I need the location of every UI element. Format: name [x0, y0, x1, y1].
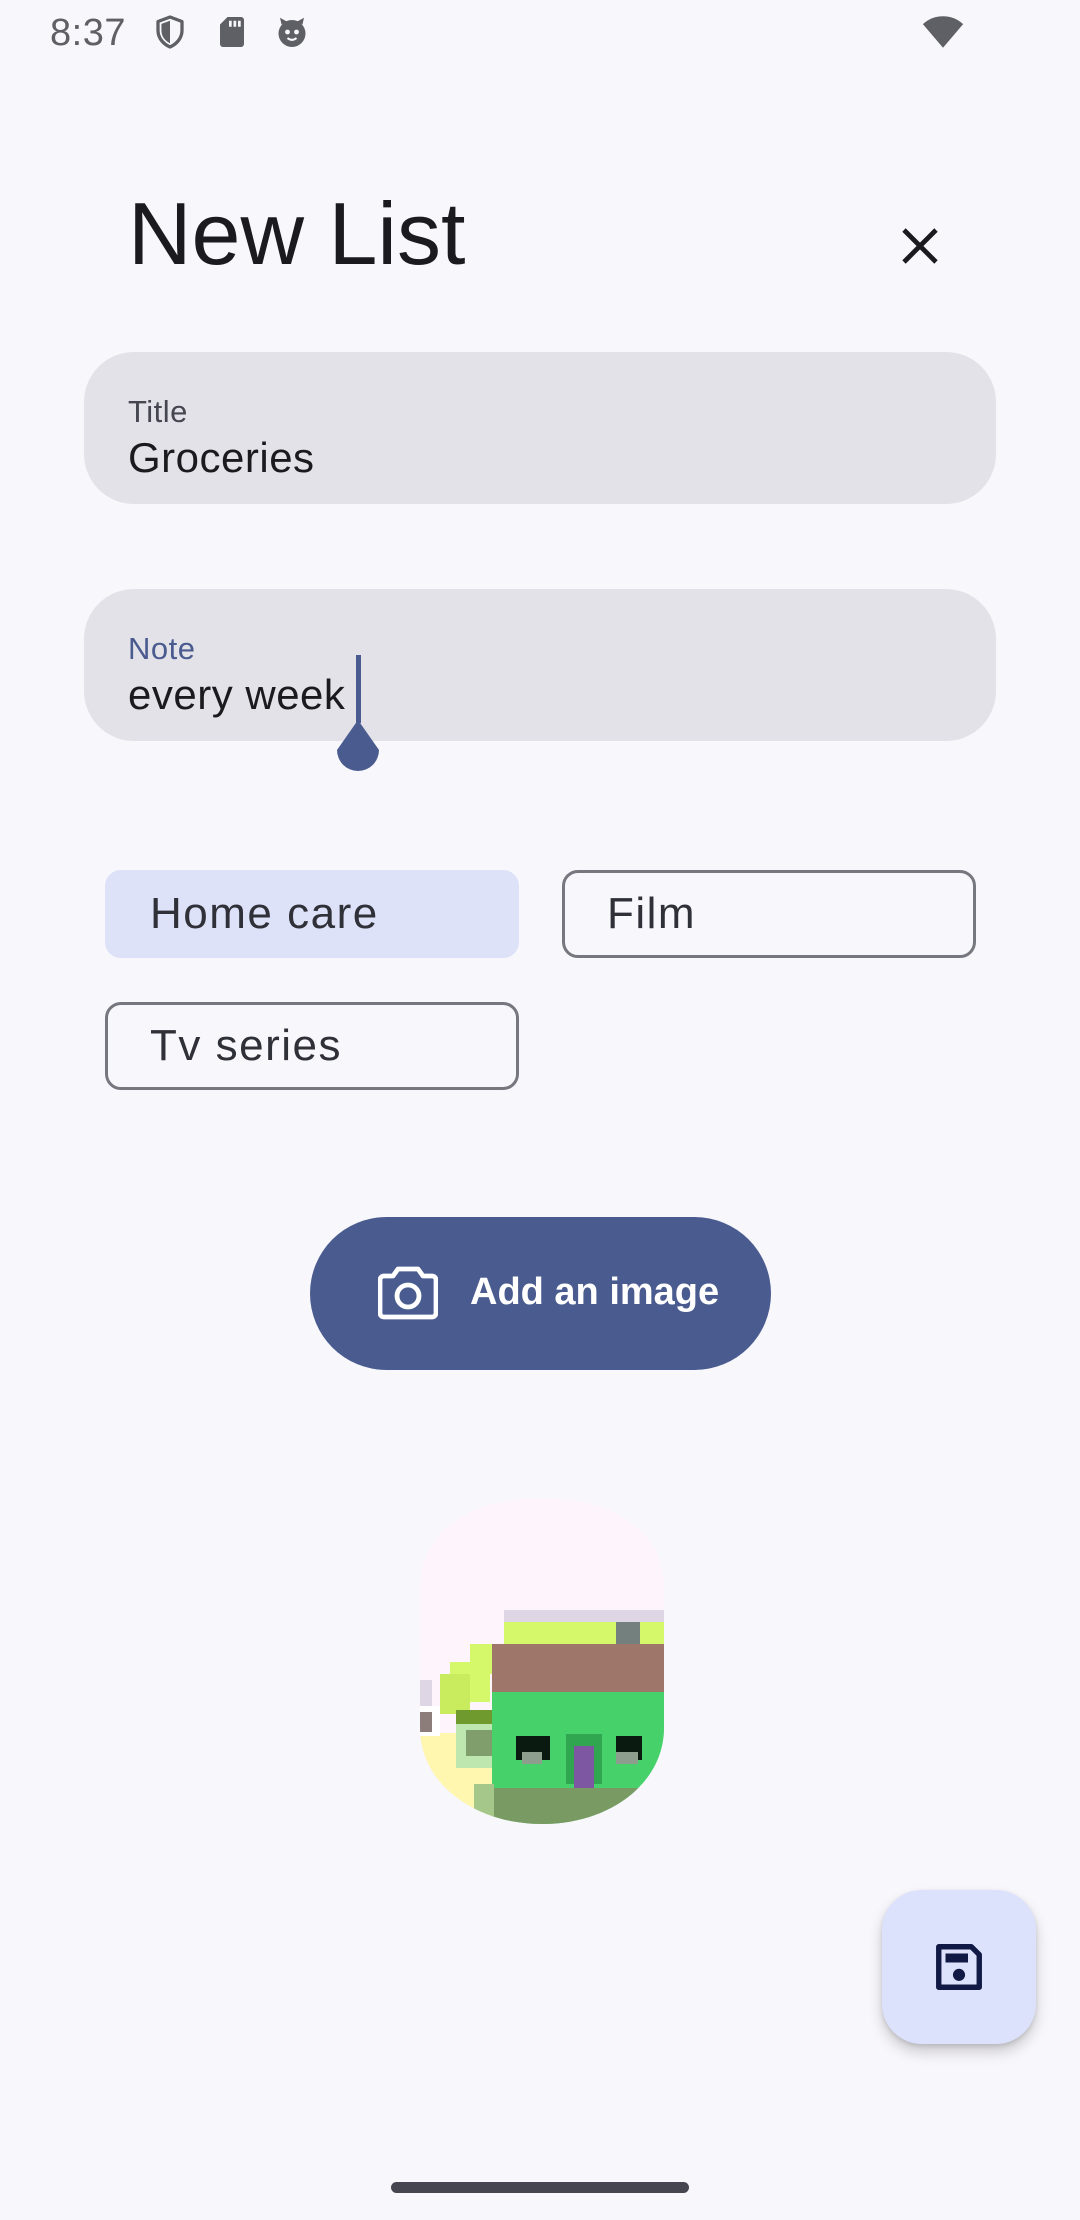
add-image-button[interactable]: Add an image: [310, 1217, 771, 1370]
chip-label: Film: [607, 889, 697, 938]
note-field-label: Note: [128, 631, 196, 666]
note-field[interactable]: Note every week: [84, 589, 996, 741]
status-bar: 8:37: [0, 0, 1080, 66]
chip-label: Tv series: [150, 1021, 342, 1070]
text-cursor: [356, 655, 361, 723]
close-icon: [902, 228, 938, 264]
title-field-label: Title: [128, 394, 188, 429]
wifi-icon: [922, 14, 964, 50]
chip-tv-series[interactable]: Tv series: [105, 1002, 519, 1090]
gesture-navigation-bar[interactable]: [391, 2182, 689, 2193]
add-image-label: Add an image: [470, 1271, 720, 1313]
status-time: 8:37: [50, 12, 126, 54]
dialog-title: New List: [128, 184, 466, 283]
shield-icon: [152, 14, 188, 50]
camera-icon: [378, 1265, 438, 1321]
cursor-handle[interactable]: [329, 720, 387, 788]
selected-image-preview: [420, 1498, 664, 1824]
chip-label: Home care: [150, 889, 379, 938]
chip-home-care[interactable]: Home care: [105, 870, 519, 958]
close-button[interactable]: [880, 206, 960, 286]
title-field-value: Groceries: [128, 434, 315, 481]
note-field-value: every week: [128, 671, 346, 718]
assistant-face-icon: [274, 14, 310, 50]
title-field[interactable]: Title Groceries: [84, 352, 996, 504]
chip-film[interactable]: Film: [562, 870, 976, 958]
save-button[interactable]: [882, 1890, 1036, 2044]
sd-card-icon: [214, 14, 250, 50]
save-icon: [932, 1940, 986, 1994]
